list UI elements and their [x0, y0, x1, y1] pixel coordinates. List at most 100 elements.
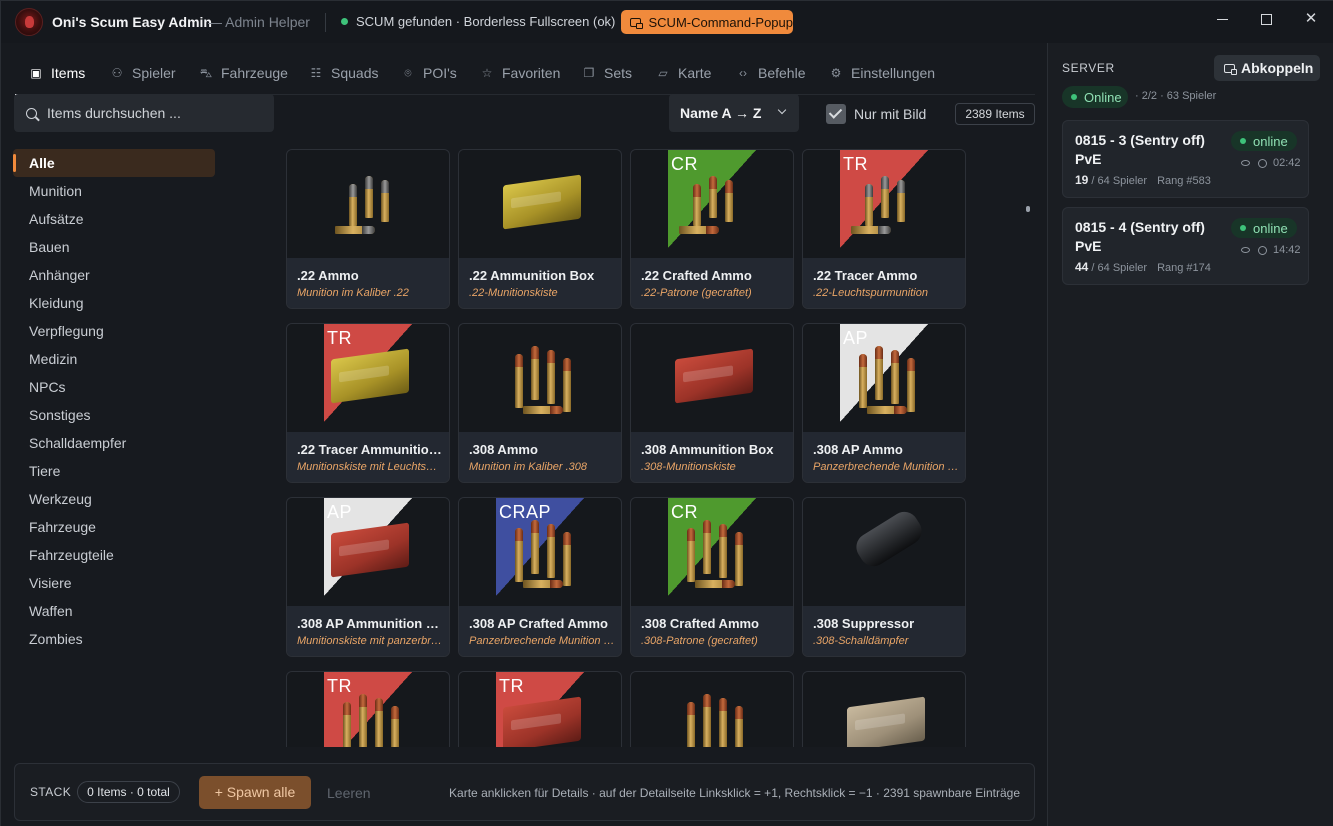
item-card[interactable]: CR .308 Crafted Ammo .308-Patrone (gecraft… — [630, 497, 794, 657]
item-card[interactable]: AP .308 AP Ammunition Box Munitionskiste m… — [286, 497, 450, 657]
item-name: .308 AP Ammunition Box — [297, 616, 443, 631]
item-card[interactable]: .22 Ammo Munition im Kaliber .22 — [286, 149, 450, 309]
close-button[interactable]: ✕ — [1298, 9, 1324, 29]
item-card[interactable]: CRAP .308 AP Crafted Ammo Panzerbrechende … — [458, 497, 622, 657]
tab-bar: ▣ Items ⚇ Spieler ⛍ Fahrzeuge ☷ Squads ⌾ POI's ☆ Fa… — [15, 43, 1035, 95]
item-card[interactable] — [802, 671, 966, 747]
search-box[interactable] — [14, 94, 274, 132]
item-info: .308 Crafted Ammo .308-Patrone (gecraftet… — [631, 606, 793, 656]
status-dot-icon — [341, 18, 348, 25]
cartridge-icon — [547, 350, 555, 404]
item-description: Munitionskiste mit panzerbrechender Muni… — [297, 635, 443, 647]
server-status-text: online — [1253, 220, 1288, 236]
title-separator — [325, 13, 326, 32]
server-card[interactable]: 0815 - 3 (Sentry off) PvE online 02:42 19 /… — [1062, 120, 1309, 198]
category-fahrzeugteile[interactable]: Fahrzeugteile — [13, 541, 215, 569]
item-card[interactable]: TR .22 Tracer Ammo .22-Leuchtspurmunition — [802, 149, 966, 309]
only-with-image-checkbox[interactable] — [826, 104, 846, 124]
maximize-button[interactable] — [1253, 9, 1279, 29]
item-description: Munitionskiste mit Leuchtspurmunition — [297, 461, 443, 473]
tab-items[interactable]: ▣ Items — [29, 64, 85, 82]
category-munition[interactable]: Munition — [13, 177, 215, 205]
category-zombies[interactable]: Zombies — [13, 625, 215, 653]
server-status-badge: online — [1231, 131, 1297, 151]
category-anhänger[interactable]: Anhänger — [13, 261, 215, 289]
item-description: Munition im Kaliber .308 — [469, 461, 588, 473]
category-werkzeug[interactable]: Werkzeug — [13, 485, 215, 513]
clock-icon — [1258, 158, 1267, 168]
category-bauen[interactable]: Bauen — [13, 233, 215, 261]
clear-button[interactable]: Leeren — [327, 785, 371, 801]
category-list: Alle Munition Aufsätze Bauen Anhänger Kleidun… — [13, 149, 215, 653]
item-description: .22-Patrone (gecraftet) — [641, 287, 752, 299]
item-card[interactable]: .308 Suppressor .308-Schalldämpfer — [802, 497, 966, 657]
item-description: .308-Schalldämpfer — [813, 635, 909, 647]
minimize-button[interactable] — [1209, 9, 1235, 29]
cartridge-icon — [687, 528, 695, 582]
cartridge-icon — [703, 694, 711, 747]
category-medizin[interactable]: Medizin — [13, 345, 215, 373]
server-card[interactable]: 0815 - 4 (Sentry off) PvE online 14:42 44 /… — [1062, 207, 1309, 285]
category-fahrzeuge[interactable]: Fahrzeuge — [13, 513, 215, 541]
category-visiere[interactable]: Visiere — [13, 569, 215, 597]
tab-einstellungen[interactable]: ⚙ Einstellungen — [829, 64, 935, 82]
category-sonstiges[interactable]: Sonstiges — [13, 401, 215, 429]
category-npcs[interactable]: NPCs — [13, 373, 215, 401]
item-card[interactable]: .308 Ammunition Box .308-Munitionskiste — [630, 323, 794, 483]
item-description: .22-Munitionskiste — [469, 287, 558, 299]
sort-select[interactable]: Name A → Z — [669, 94, 799, 132]
tab-poi-s[interactable]: ⌾ POI's — [401, 64, 456, 82]
item-info: .22 Tracer Ammunition Box Munitionskiste … — [287, 432, 449, 482]
category-waffen[interactable]: Waffen — [13, 597, 215, 625]
spawn-all-button[interactable]: + Spawn alle — [199, 776, 311, 809]
only-with-image-label[interactable]: Nur mit Bild — [854, 106, 926, 122]
gear-icon: ⚙ — [830, 66, 842, 80]
item-card[interactable]: TR — [458, 671, 622, 747]
item-card[interactable]: TR — [286, 671, 450, 747]
item-card[interactable]: .308 Ammo Munition im Kaliber .308 — [458, 323, 622, 483]
item-image: CRAP — [459, 498, 621, 606]
category-kleidung[interactable]: Kleidung — [13, 289, 215, 317]
item-badge-label: TR — [843, 154, 868, 174]
cartridge-icon — [515, 354, 523, 408]
cartridge-icon — [735, 706, 743, 747]
item-card[interactable]: CR .22 Crafted Ammo .22-Patrone (gecraftet… — [630, 149, 794, 309]
item-grid-scroll[interactable]: .22 Ammo Munition im Kaliber .22 .22 Ammun… — [286, 149, 1026, 747]
tab-befehle[interactable]: ‹› Befehle — [736, 64, 805, 82]
item-image — [287, 150, 449, 258]
scrollbar-thumb[interactable] — [1026, 206, 1030, 212]
tab-label: Befehle — [758, 65, 806, 81]
tab-spieler[interactable]: ⚇ Spieler — [110, 64, 176, 82]
item-info: .308 Ammunition Box .308-Munitionskiste — [631, 432, 793, 482]
item-info: .308 AP Ammunition Box Munitionskiste mit… — [287, 606, 449, 656]
item-info: .308 Ammo Munition im Kaliber .308 — [459, 432, 621, 482]
tab-squads[interactable]: ☷ Squads — [309, 64, 379, 82]
item-badge-label: AP — [843, 328, 869, 348]
tab-karte[interactable]: ▱ Karte — [656, 64, 711, 82]
item-card[interactable]: .22 Ammunition Box .22-Munitionskiste — [458, 149, 622, 309]
tab-sets[interactable]: ❐ Sets — [582, 64, 632, 82]
cartridge-icon — [875, 346, 883, 400]
category-alle[interactable]: Alle — [13, 149, 215, 177]
online-dot-icon — [1240, 138, 1246, 144]
search-input[interactable] — [47, 105, 257, 121]
item-description: Panzerbrechende Munition .308 — [813, 461, 959, 473]
detach-button[interactable]: Abkoppeln — [1214, 55, 1320, 81]
category-schalldaempfer[interactable]: Schalldaempfer — [13, 429, 215, 457]
command-popup-button[interactable]: SCUM-Command-Popup — [621, 10, 793, 34]
item-card[interactable]: AP .308 AP Ammo Panzerbrechende Munition .… — [802, 323, 966, 483]
item-card[interactable] — [630, 671, 794, 747]
tab-fahrzeuge[interactable]: ⛍ Fahrzeuge — [199, 64, 288, 82]
category-verpflegung[interactable]: Verpflegung — [13, 317, 215, 345]
title-bar[interactable]: Oni's Scum Easy Admin — Admin Helper SCU… — [1, 1, 1333, 43]
item-description: .308-Munitionskiste — [641, 461, 736, 473]
item-card[interactable]: TR .22 Tracer Ammunition Box Munitionskist… — [286, 323, 450, 483]
server-uptime: 14:42 — [1241, 244, 1301, 256]
cartridge-icon — [523, 406, 563, 414]
category-aufsätze[interactable]: Aufsätze — [13, 205, 215, 233]
clock-icon — [1258, 245, 1267, 255]
item-badge-label: TR — [327, 676, 352, 696]
tab-favoriten[interactable]: ☆ Favoriten — [480, 64, 561, 82]
tab-label: Einstellungen — [851, 65, 936, 81]
category-tiere[interactable]: Tiere — [13, 457, 215, 485]
